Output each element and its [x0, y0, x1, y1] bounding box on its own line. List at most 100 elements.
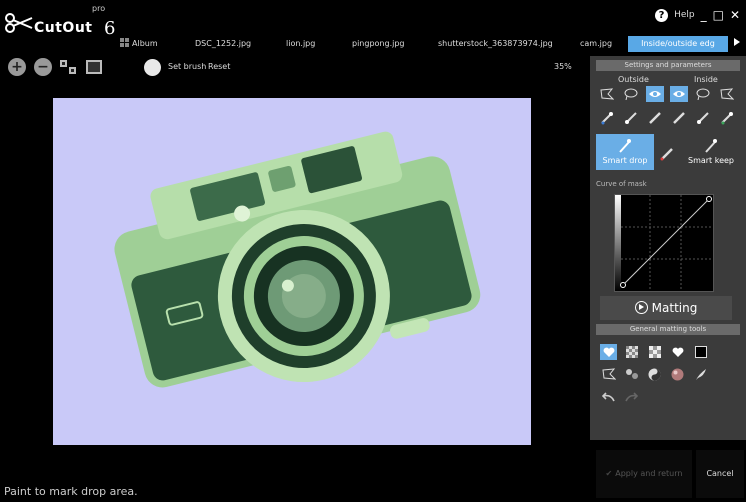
redo-button[interactable] [623, 388, 640, 404]
outside-polygon-lasso-button[interactable] [598, 86, 616, 102]
inside-visibility-button[interactable] [670, 86, 688, 102]
undo-icon [602, 391, 615, 401]
outside-brush-button[interactable] [622, 110, 640, 126]
tab-label: pingpong.jpg [352, 39, 405, 48]
magic-wand-icon [601, 112, 613, 125]
actual-size-icon[interactable] [60, 60, 76, 74]
image-canvas[interactable] [0, 80, 588, 480]
polygon-lasso-icon [601, 368, 616, 380]
smart-drop-wand-icon [619, 139, 631, 153]
brush-icon [697, 112, 709, 124]
apply-and-return-button[interactable]: ✔ Apply and return [596, 450, 692, 498]
image-tabs: Album DSC_1252.jpg lion.jpg pingpong.jpg… [116, 36, 746, 52]
tab-dsc-1252[interactable]: DSC_1252.jpg [195, 36, 251, 52]
fx-filter-button[interactable] [623, 366, 640, 382]
mask-curve-editor[interactable] [614, 194, 714, 292]
apply-label: Apply and return [615, 469, 683, 478]
zoom-out-icon[interactable]: − [34, 58, 52, 76]
brush-icon [625, 112, 637, 124]
minimize-button[interactable]: _ [701, 8, 707, 22]
redo-icon [625, 391, 638, 401]
tab-label: shutterstock_363873974.jpg [438, 39, 553, 48]
set-brush-button[interactable]: Set brush [168, 62, 206, 71]
filter-icon [625, 369, 638, 379]
settings-panel-title: Settings and parameters [596, 60, 740, 71]
smart-keep-button[interactable]: Smart keep [682, 134, 740, 170]
outside-magic-brush-button[interactable] [598, 110, 616, 126]
maximize-button[interactable]: □ [713, 8, 724, 22]
tab-album-label: Album [132, 39, 158, 48]
reset-button[interactable]: Reset [208, 62, 230, 71]
cancel-button[interactable]: Cancel [696, 450, 744, 498]
tab-label: cam.jpg [580, 39, 613, 48]
mask-curve-graph [615, 195, 713, 291]
inside-magic-brush-button[interactable] [718, 110, 736, 126]
smart-drop-button[interactable]: Smart drop [596, 134, 654, 170]
heart-fill-button[interactable] [669, 344, 686, 360]
polygon-lasso-icon [600, 88, 614, 100]
free-lasso-icon [624, 88, 638, 100]
brush-size-icon[interactable] [144, 59, 161, 76]
checker-fine-button[interactable] [623, 344, 640, 360]
tab-shutterstock[interactable]: shutterstock_363873974.jpg [438, 36, 553, 52]
cutout-app-window: pro CutOut 6 ? Help _ □ ✕ Album DSC_1252… [0, 0, 746, 502]
tab-label: Inside/outside edg [641, 39, 715, 48]
tab-pingpong[interactable]: pingpong.jpg [352, 36, 405, 52]
eye-icon [649, 91, 661, 97]
tab-label: lion.jpg [286, 39, 316, 48]
undo-button[interactable] [600, 388, 617, 404]
inside-label: Inside [694, 75, 718, 84]
logo-pro-label: pro [92, 4, 106, 13]
inside-brush-button[interactable] [694, 110, 712, 126]
pencil-icon [649, 112, 661, 124]
tab-inside-outside-edge[interactable]: Inside/outside edg [628, 36, 728, 52]
tab-label: DSC_1252.jpg [195, 39, 252, 48]
inside-polygon-lasso-button[interactable] [718, 86, 736, 102]
window-controls: ? Help _ □ ✕ [655, 6, 740, 24]
eye-icon [673, 91, 685, 97]
inside-free-lasso-button[interactable] [694, 86, 712, 102]
zoom-level: 35% [554, 62, 572, 71]
polygon-lasso-icon [720, 88, 734, 100]
checker-dark-button[interactable] [646, 344, 663, 360]
pencil-icon [660, 148, 673, 161]
smart-drop-label: Smart drop [602, 156, 648, 165]
tab-album[interactable]: Album [120, 36, 158, 52]
swirl-tool-button[interactable] [646, 366, 663, 382]
checkerboard-icon [648, 346, 661, 358]
free-lasso-icon [696, 88, 710, 100]
title-bar: pro CutOut 6 ? Help _ □ ✕ Album DSC_1252… [0, 0, 746, 56]
feather-icon [695, 368, 706, 380]
logo-name: CutOut [34, 20, 93, 36]
help-label[interactable]: Help [674, 10, 695, 20]
general-polygon-lasso-button[interactable] [600, 366, 617, 382]
fit-to-window-icon[interactable] [86, 60, 102, 74]
swirl-icon [648, 368, 661, 380]
outside-pencil-button[interactable] [646, 110, 664, 126]
toolbar: + − Set brush Reset 35% [0, 56, 590, 80]
tab-cam[interactable]: cam.jpg [580, 36, 612, 52]
magic-wand-icon [721, 112, 733, 125]
outside-free-lasso-button[interactable] [622, 86, 640, 102]
eraser-tool-button[interactable] [658, 146, 676, 162]
tab-lion[interactable]: lion.jpg [286, 36, 315, 52]
color-tool-button[interactable] [669, 366, 686, 382]
outside-visibility-button[interactable] [646, 86, 664, 102]
help-icon[interactable]: ? [655, 8, 669, 22]
outside-label: Outside [618, 75, 649, 84]
feather-tool-button[interactable] [692, 366, 709, 382]
close-button[interactable]: ✕ [730, 8, 740, 22]
heart-shape-button[interactable] [600, 344, 617, 360]
smart-keep-wand-icon [705, 139, 717, 153]
settings-panel: Settings and parameters Outside Inside S… [590, 56, 746, 440]
zoom-in-icon[interactable]: + [8, 58, 26, 76]
camera-photo [114, 131, 481, 388]
image-preview[interactable] [53, 98, 531, 445]
black-background-button[interactable] [692, 344, 709, 360]
tab-scroll-right-icon[interactable] [734, 38, 740, 46]
pencil-icon [673, 112, 685, 124]
matting-button[interactable]: Matting [600, 296, 732, 320]
inside-pencil-button[interactable] [670, 110, 688, 126]
status-bar-text: Paint to mark drop area. [4, 485, 138, 498]
app-logo: pro CutOut 6 [4, 4, 122, 42]
